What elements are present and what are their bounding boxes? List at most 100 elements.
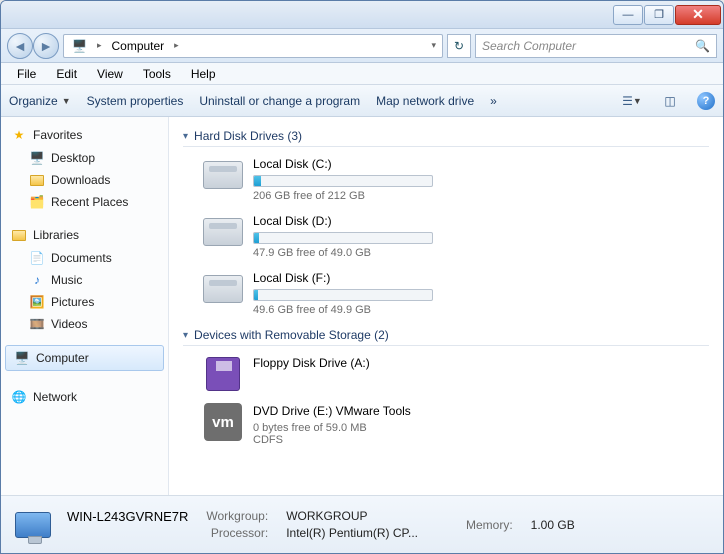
sidebar-item-downloads[interactable]: Downloads: [1, 169, 168, 191]
sidebar-item-desktop[interactable]: 🖥️ Desktop: [1, 147, 168, 169]
map-network-drive-button[interactable]: Map network drive: [376, 94, 474, 108]
sidebar-item-label: Videos: [51, 317, 87, 331]
drive-floppy-a[interactable]: Floppy Disk Drive (A:): [203, 356, 443, 392]
sidebar-item-pictures[interactable]: 🖼️ Pictures: [1, 291, 168, 313]
menu-bar: File Edit View Tools Help: [1, 63, 723, 85]
computer-name: WIN-L243GVRNE7R: [67, 509, 188, 524]
sidebar-item-documents[interactable]: 📄 Documents: [1, 247, 168, 269]
nav-bar: ◄ ► 🖥️ ▸ Computer ▸ ▾ ↻ Search Computer …: [1, 29, 723, 63]
drive-c[interactable]: Local Disk (C:) 206 GB free of 212 GB: [203, 157, 443, 202]
sidebar-item-label: Recent Places: [51, 195, 128, 209]
section-title: Hard Disk Drives (3): [194, 129, 302, 143]
music-icon: ♪: [29, 272, 45, 288]
drive-free-space: 0 bytes free of 59.0 MB: [253, 422, 443, 434]
sidebar-item-label: Music: [51, 273, 82, 287]
capacity-bar: [253, 289, 433, 301]
sidebar-item-label: Pictures: [51, 295, 94, 309]
organize-button[interactable]: Organize▼: [9, 94, 71, 108]
address-bar[interactable]: 🖥️ ▸ Computer ▸ ▾: [63, 34, 443, 58]
computer-icon: [11, 505, 55, 545]
workgroup-label: Workgroup:: [206, 509, 268, 524]
sidebar-libraries[interactable]: Libraries: [1, 223, 168, 247]
sidebar-item-videos[interactable]: 🎞️ Videos: [1, 313, 168, 335]
back-button[interactable]: ◄: [7, 33, 33, 59]
sidebar-computer[interactable]: 🖥️ Computer: [5, 345, 164, 371]
drive-free-space: 206 GB free of 212 GB: [253, 190, 443, 202]
sidebar-item-label: Desktop: [51, 151, 95, 165]
sidebar-item-label: Documents: [51, 251, 112, 265]
desktop-icon: 🖥️: [29, 150, 45, 166]
content-pane: ▾ Hard Disk Drives (3) Local Disk (C:) 2…: [169, 117, 723, 495]
search-placeholder: Search Computer: [482, 39, 576, 53]
drive-dvd-e[interactable]: vm DVD Drive (E:) VMware Tools 0 bytes f…: [203, 404, 443, 446]
sidebar-network[interactable]: 🌐 Network: [1, 385, 168, 409]
help-button[interactable]: ?: [697, 92, 715, 110]
preview-pane-button[interactable]: ◫: [659, 91, 681, 111]
drive-d[interactable]: Local Disk (D:) 47.9 GB free of 49.0 GB: [203, 214, 443, 259]
memory-value: 1.00 GB: [531, 518, 575, 532]
details-pane: WIN-L243GVRNE7R Workgroup: WORKGROUP Pro…: [1, 495, 723, 553]
drive-label: Floppy Disk Drive (A:): [253, 356, 443, 370]
close-button[interactable]: ✕: [675, 5, 721, 25]
drive-label: Local Disk (D:): [253, 214, 443, 228]
breadcrumb-computer[interactable]: Computer: [105, 39, 170, 53]
documents-icon: 📄: [29, 250, 45, 266]
minimize-button[interactable]: —: [613, 5, 643, 25]
processor-value: Intel(R) Pentium(R) CP...: [286, 526, 418, 540]
sidebar-item-music[interactable]: ♪ Music: [1, 269, 168, 291]
chevron-right-icon[interactable]: ▸: [170, 40, 183, 51]
search-input[interactable]: Search Computer 🔍: [475, 34, 717, 58]
system-properties-button[interactable]: System properties: [87, 94, 184, 108]
hard-drive-icon: [203, 271, 243, 307]
explorer-window: — ❐ ✕ ◄ ► 🖥️ ▸ Computer ▸ ▾ ↻ Search Com…: [0, 0, 724, 554]
sidebar-item-label: Favorites: [33, 128, 82, 142]
hard-drive-icon: [203, 157, 243, 193]
menu-tools[interactable]: Tools: [133, 65, 181, 83]
drive-filesystem: CDFS: [253, 434, 443, 446]
sidebar-item-label: Libraries: [33, 228, 79, 242]
sidebar-favorites[interactable]: ★ Favorites: [1, 123, 168, 147]
recent-places-icon: 🗂️: [29, 194, 45, 210]
maximize-button[interactable]: ❐: [644, 5, 674, 25]
address-dropdown[interactable]: ▾: [427, 40, 440, 51]
collapse-icon[interactable]: ▾: [183, 330, 188, 341]
sidebar-item-label: Computer: [36, 351, 89, 365]
sidebar-item-label: Downloads: [51, 173, 110, 187]
forward-button[interactable]: ►: [33, 33, 59, 59]
network-icon: 🌐: [11, 389, 27, 405]
capacity-bar: [253, 175, 433, 187]
menu-edit[interactable]: Edit: [46, 65, 87, 83]
processor-label: Processor:: [206, 526, 268, 540]
menu-help[interactable]: Help: [181, 65, 226, 83]
floppy-icon: [203, 356, 243, 392]
refresh-button[interactable]: ↻: [447, 34, 471, 58]
collapse-icon[interactable]: ▾: [183, 131, 188, 142]
menu-file[interactable]: File: [7, 65, 46, 83]
search-icon: 🔍: [695, 39, 710, 53]
libraries-icon: [11, 227, 27, 243]
more-commands-button[interactable]: »: [490, 94, 497, 108]
section-hard-disk-drives[interactable]: ▾ Hard Disk Drives (3): [183, 129, 709, 147]
drive-label: DVD Drive (E:) VMware Tools: [253, 404, 443, 418]
drive-f[interactable]: Local Disk (F:) 49.6 GB free of 49.9 GB: [203, 271, 443, 316]
pictures-icon: 🖼️: [29, 294, 45, 310]
navigation-pane: ★ Favorites 🖥️ Desktop Downloads 🗂️ Recent…: [1, 117, 169, 495]
videos-icon: 🎞️: [29, 316, 45, 332]
section-title: Devices with Removable Storage (2): [194, 328, 389, 342]
vmware-icon: vm: [203, 404, 243, 440]
hard-drive-icon: [203, 214, 243, 250]
section-removable-storage[interactable]: ▾ Devices with Removable Storage (2): [183, 328, 709, 346]
workgroup-value: WORKGROUP: [286, 509, 418, 524]
sidebar-item-recent-places[interactable]: 🗂️ Recent Places: [1, 191, 168, 213]
chevron-right-icon[interactable]: ▸: [93, 40, 106, 51]
menu-view[interactable]: View: [87, 65, 133, 83]
view-options-button[interactable]: ☰▼: [621, 91, 643, 111]
command-bar: Organize▼ System properties Uninstall or…: [1, 85, 723, 117]
drive-free-space: 47.9 GB free of 49.0 GB: [253, 247, 443, 259]
drive-label: Local Disk (F:): [253, 271, 443, 285]
drive-free-space: 49.6 GB free of 49.9 GB: [253, 304, 443, 316]
downloads-icon: [29, 172, 45, 188]
computer-icon: 🖥️: [14, 350, 30, 366]
uninstall-program-button[interactable]: Uninstall or change a program: [199, 94, 360, 108]
sidebar-item-label: Network: [33, 390, 77, 404]
